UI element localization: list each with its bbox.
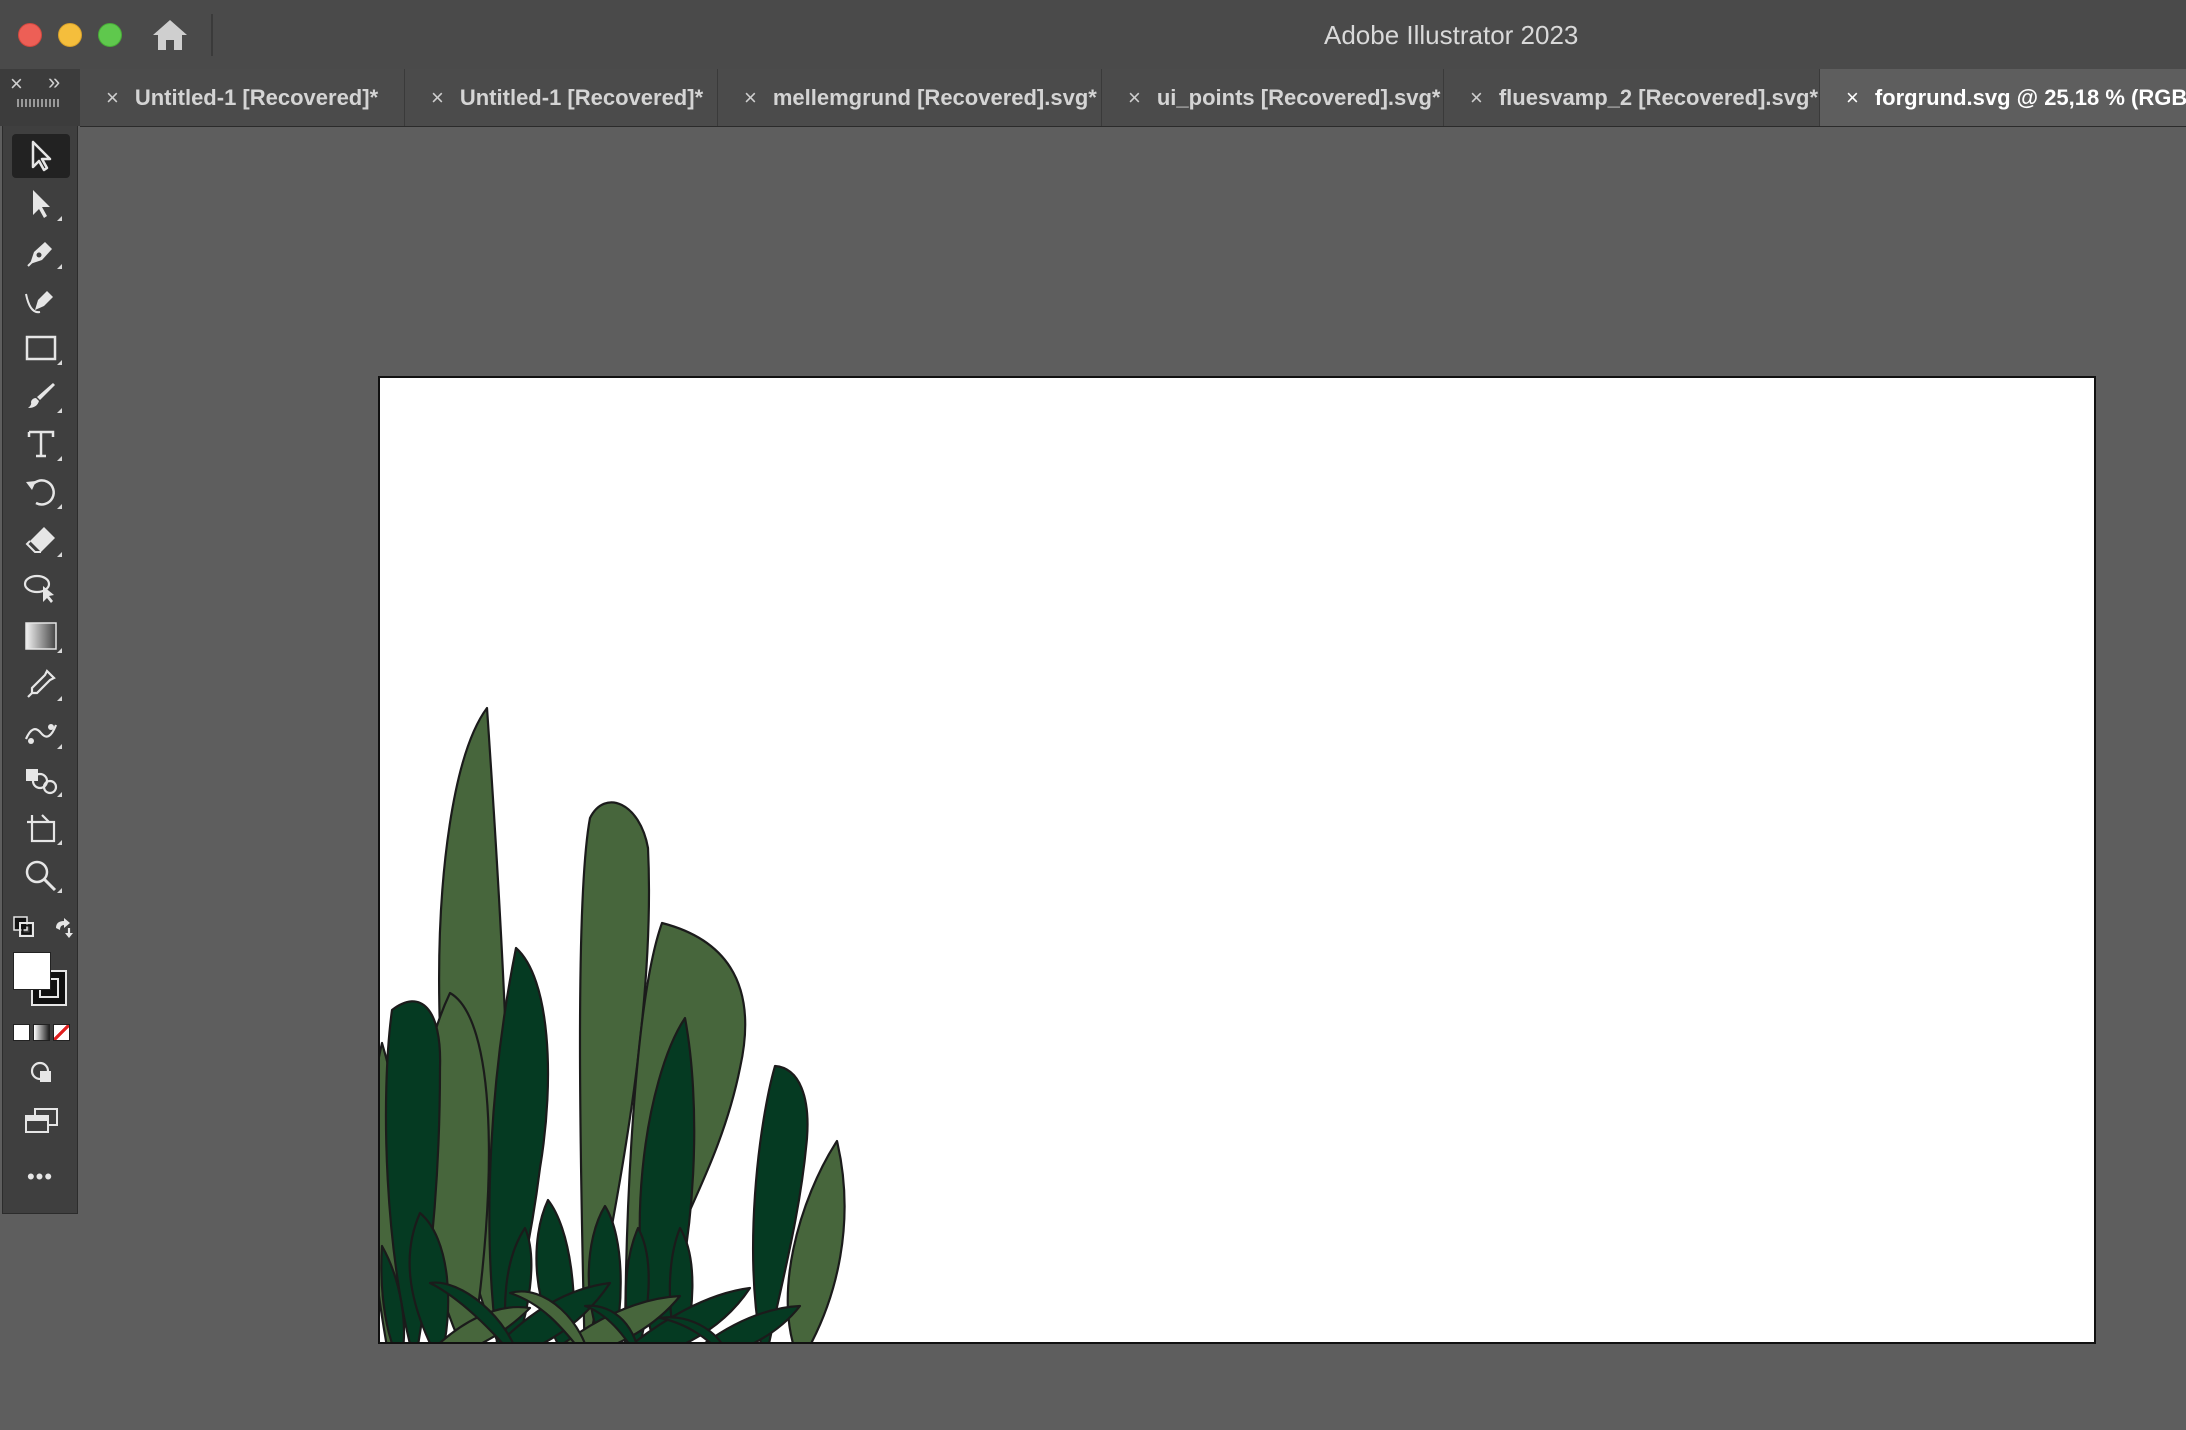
tab-close-icon[interactable]: × — [1846, 85, 1859, 111]
eraser-icon — [25, 527, 55, 553]
panel-grip[interactable] — [17, 99, 59, 107]
foreground-plants-artwork[interactable] — [380, 378, 2096, 1344]
tab-ui-points[interactable]: × ui_points [Recovered].svg* — [1102, 69, 1444, 126]
swap-fill-stroke-icon[interactable] — [51, 916, 75, 940]
paintbrush-tool[interactable] — [12, 374, 70, 418]
tab-untitled-1-a[interactable]: × Untitled-1 [Recovered]* — [80, 69, 405, 126]
curvature-pen-icon — [25, 291, 53, 314]
tools-panel: ••• — [2, 126, 78, 1214]
tab-close-icon[interactable]: × — [1470, 85, 1483, 111]
color-fill-button[interactable] — [13, 1024, 30, 1041]
rotate-tool[interactable] — [12, 470, 70, 514]
artboard-icon — [27, 814, 56, 843]
tab-label: Untitled-1 [Recovered]* — [459, 84, 704, 110]
home-icon — [153, 20, 187, 50]
lasso-icon — [23, 574, 54, 603]
close-window-button[interactable] — [18, 23, 42, 47]
panel-collapse-icon[interactable]: » — [48, 69, 60, 95]
screen-mode-icon — [25, 1108, 58, 1133]
artboard[interactable] — [378, 376, 2096, 1344]
direct-selection-tool[interactable] — [12, 182, 70, 226]
symbol-sprayer-tool[interactable] — [12, 758, 70, 802]
panel-close-icon[interactable]: × — [10, 71, 23, 97]
type-tool[interactable] — [12, 422, 70, 466]
color-mode-buttons — [13, 1024, 71, 1042]
blend-tool[interactable] — [12, 710, 70, 754]
edit-toolbar-button[interactable]: ••• — [3, 1164, 77, 1190]
draw-mode-button[interactable] — [29, 1060, 55, 1086]
rectangle-icon — [25, 335, 57, 361]
curvature-tool[interactable] — [12, 278, 70, 322]
app-title: Adobe Illustrator 2023 — [1324, 20, 1579, 50]
rectangle-tool[interactable] — [12, 326, 70, 370]
tab-label: mellemgrund [Recovered].svg* — [772, 84, 1097, 110]
tab-close-icon[interactable]: × — [744, 85, 757, 111]
fill-swatch[interactable] — [13, 952, 51, 990]
artboard-tool[interactable] — [12, 806, 70, 850]
tab-fluesvamp-2[interactable]: × fluesvamp_2 [Recovered].svg* — [1444, 69, 1820, 126]
title-separator — [211, 14, 213, 56]
tab-close-icon[interactable]: × — [106, 85, 119, 111]
pen-icon — [27, 242, 52, 267]
draw-mode-icon — [30, 1061, 51, 1082]
eraser-tool[interactable] — [12, 518, 70, 562]
document-tab-bar: × Untitled-1 [Recovered]* × Untitled-1 [… — [80, 69, 2186, 127]
blend-icon — [24, 724, 58, 744]
zoom-tool[interactable] — [12, 854, 70, 898]
brush-icon — [28, 383, 55, 408]
minimize-window-button[interactable] — [58, 23, 82, 47]
default-fill-stroke-icon[interactable] — [13, 916, 35, 938]
zoom-window-button[interactable] — [98, 23, 122, 47]
zoom-icon — [25, 860, 57, 892]
screen-mode-button[interactable] — [23, 1106, 61, 1136]
home-button[interactable] — [148, 14, 192, 56]
tab-untitled-1-b[interactable]: × Untitled-1 [Recovered]* — [405, 69, 718, 126]
symbol-sprayer-icon — [26, 769, 58, 795]
eyedropper-tool[interactable] — [12, 662, 70, 706]
arrow-icon — [31, 140, 52, 172]
gradient-tool[interactable] — [12, 614, 70, 658]
selection-tool[interactable] — [12, 134, 70, 178]
tab-mellemgrund[interactable]: × mellemgrund [Recovered].svg* — [718, 69, 1102, 126]
gradient-fill-button[interactable] — [33, 1024, 50, 1041]
rotate-icon — [26, 479, 55, 506]
tab-label: forgrund.svg @ 25,18 % (RGB/Preview) — [1874, 84, 2186, 110]
title-bar: Adobe Illustrator 2023 — [0, 0, 2186, 70]
tab-close-icon[interactable]: × — [431, 85, 444, 111]
puppet-warp-tool[interactable] — [12, 566, 70, 610]
eyedropper-icon — [27, 669, 56, 698]
tab-label: Untitled-1 [Recovered]* — [134, 84, 379, 110]
white-arrow-icon — [33, 190, 50, 218]
none-fill-button[interactable] — [53, 1024, 70, 1041]
type-icon — [27, 430, 55, 458]
toolbar-panel-header: × » — [0, 69, 80, 126]
tab-forgrund[interactable]: × forgrund.svg @ 25,18 % (RGB/Preview) — [1820, 69, 2186, 126]
tab-label: fluesvamp_2 [Recovered].svg* — [1498, 84, 1818, 110]
gradient-icon — [25, 622, 57, 650]
pen-tool[interactable] — [12, 230, 70, 274]
tab-label: ui_points [Recovered].svg* — [1156, 84, 1441, 110]
tab-close-icon[interactable]: × — [1128, 85, 1141, 111]
